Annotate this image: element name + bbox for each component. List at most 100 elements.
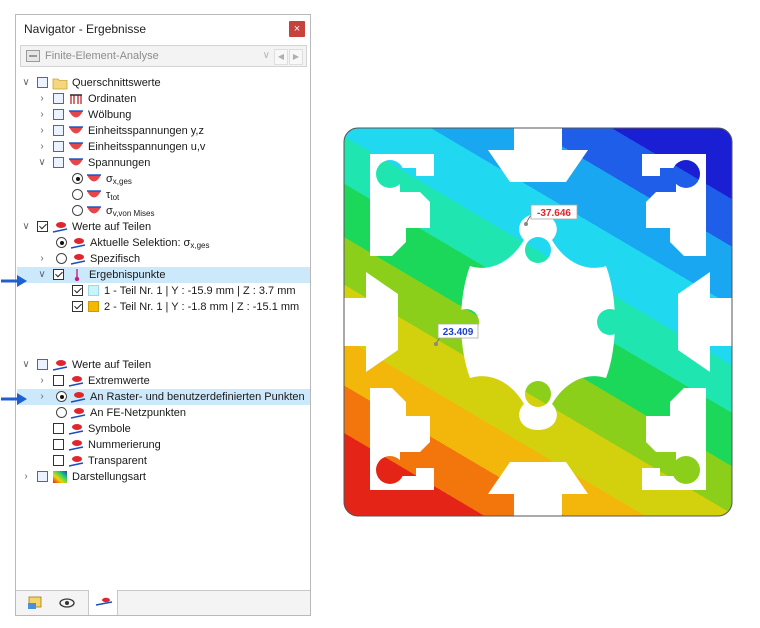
tree-item-ordinaten[interactable]: › Ordinaten bbox=[16, 91, 310, 107]
checkbox[interactable] bbox=[37, 359, 48, 370]
chevron-right-icon[interactable]: › bbox=[37, 107, 47, 123]
tree-label: Werte auf Teilen bbox=[72, 221, 152, 233]
chevron-right-icon[interactable]: › bbox=[37, 251, 47, 267]
tree-item-werte-auf-teilen-2[interactable]: ∨ Werte auf Teilen bbox=[16, 357, 310, 373]
chevron-right-icon[interactable]: › bbox=[37, 139, 47, 155]
folder-icon bbox=[52, 78, 68, 90]
tree-item-woelbung[interactable]: › Wölbung bbox=[16, 107, 310, 123]
tree-label: Transparent bbox=[88, 455, 147, 467]
navigator-panel: Navigator - Ergebnisse × Finite-Element-… bbox=[15, 14, 311, 616]
values-on-parts-icon bbox=[68, 456, 84, 467]
checkbox[interactable] bbox=[53, 93, 64, 104]
tree-label: An Raster- und benutzerdefinierten Punkt… bbox=[90, 391, 305, 403]
result-point-marker[interactable] bbox=[434, 342, 438, 346]
display-mode-icon bbox=[53, 471, 67, 483]
cross-section-result-view[interactable]: -37.646 23.409 bbox=[338, 122, 738, 522]
chevron-right-icon[interactable]: › bbox=[37, 123, 47, 139]
stress-contour bbox=[344, 128, 732, 516]
checkbox[interactable] bbox=[53, 423, 64, 434]
checkbox[interactable] bbox=[53, 125, 64, 136]
radio-button[interactable] bbox=[56, 253, 67, 264]
tree-item-aktuelle-selektion[interactable]: Aktuelle Selektion: σx,ges bbox=[16, 235, 310, 251]
chevron-right-icon[interactable]: › bbox=[37, 389, 47, 405]
checkbox[interactable] bbox=[53, 157, 64, 168]
tree-item-sigma-vmises[interactable]: σv,von Mises bbox=[16, 203, 310, 219]
checkbox[interactable] bbox=[53, 439, 64, 450]
tree-item-einheit-uv[interactable]: › Einheitsspannungen u,v bbox=[16, 139, 310, 155]
tree-label: Ergebnispunkte bbox=[89, 269, 166, 281]
radio-button[interactable] bbox=[56, 391, 67, 402]
values-on-parts-icon bbox=[70, 392, 86, 403]
checkbox[interactable] bbox=[53, 141, 64, 152]
chevron-down-icon[interactable]: ∨ bbox=[263, 46, 270, 66]
chevron-down-icon[interactable]: ∨ bbox=[21, 219, 31, 235]
tree-item-spannungen[interactable]: ∨ Spannungen bbox=[16, 155, 310, 171]
tree-item-nummerierung[interactable]: Nummerierung bbox=[16, 437, 310, 453]
tree-item-werte-auf-teilen[interactable]: ∨ Werte auf Teilen bbox=[16, 219, 310, 235]
radio-button[interactable] bbox=[72, 189, 83, 200]
chevron-right-icon[interactable]: › bbox=[37, 91, 47, 107]
radio-button[interactable] bbox=[56, 407, 67, 418]
radio-button[interactable] bbox=[56, 237, 67, 248]
tree-item-tau-tot[interactable]: τtot bbox=[16, 187, 310, 203]
symbol-main: σ bbox=[106, 205, 113, 217]
tree-item-sigma-xges[interactable]: σx,ges bbox=[16, 171, 310, 187]
color-swatch bbox=[88, 301, 99, 312]
tab-data[interactable] bbox=[20, 591, 50, 615]
ordinates-icon bbox=[70, 94, 82, 104]
tree-label: Spannungen bbox=[88, 157, 151, 169]
checkbox[interactable] bbox=[37, 471, 48, 482]
results-icon bbox=[95, 597, 113, 606]
checkbox[interactable] bbox=[37, 77, 48, 88]
tab-display[interactable] bbox=[52, 591, 82, 615]
eye-icon bbox=[59, 598, 75, 608]
value-label-top: -37.646 bbox=[537, 208, 571, 219]
result-point-icon bbox=[74, 269, 80, 282]
result-point-marker[interactable] bbox=[524, 222, 528, 226]
checkbox[interactable] bbox=[37, 221, 48, 232]
checkbox[interactable] bbox=[53, 455, 64, 466]
tree-item-darstellungsart[interactable]: › Darstellungsart bbox=[16, 469, 310, 485]
tree-item-fe-netzpunkte[interactable]: An FE-Netzpunkten bbox=[16, 405, 310, 421]
close-button[interactable]: × bbox=[289, 21, 305, 37]
navigator-title-text: Navigator - Ergebnisse bbox=[24, 22, 147, 36]
stress-diagram-icon bbox=[69, 158, 83, 166]
checkbox[interactable] bbox=[53, 109, 64, 120]
tree-item-point-2[interactable]: 2 - Teil Nr. 1 | Y : -1.8 mm | Z : -15.1… bbox=[16, 299, 310, 315]
chevron-down-icon[interactable]: ∨ bbox=[37, 267, 47, 283]
data-navigator-icon bbox=[28, 596, 42, 609]
tree-label: Wölbung bbox=[88, 109, 132, 121]
stress-diagram-icon bbox=[69, 142, 83, 150]
tree-item-ergebnispunkte[interactable]: ∨ Ergebnispunkte bbox=[17, 267, 310, 283]
tree-item-symbole[interactable]: Symbole bbox=[16, 421, 310, 437]
next-module-button[interactable]: ▶ bbox=[289, 49, 303, 65]
tree-item-transparent[interactable]: Transparent bbox=[16, 453, 310, 469]
tree-item-point-1[interactable]: 1 - Teil Nr. 1 | Y : -15.9 mm | Z : 3.7 … bbox=[16, 283, 310, 299]
module-select[interactable]: Finite-Element-Analyse ∨ ◀ ▶ bbox=[20, 45, 307, 67]
chevron-down-icon[interactable]: ∨ bbox=[21, 75, 31, 91]
radio-button[interactable] bbox=[72, 205, 83, 216]
checkbox[interactable] bbox=[53, 269, 64, 280]
tree-label: An FE-Netzpunkten bbox=[90, 407, 186, 419]
stress-diagram-icon bbox=[69, 110, 83, 118]
chevron-right-icon[interactable]: › bbox=[21, 469, 31, 485]
tree-label: Nummerierung bbox=[88, 439, 161, 451]
tree-item-einheit-yz[interactable]: › Einheitsspannungen y,z bbox=[16, 123, 310, 139]
tree-item-raster-punkte[interactable]: › An Raster- und benutzerdefinierten Pun… bbox=[17, 389, 310, 405]
chevron-right-icon[interactable]: › bbox=[37, 373, 47, 389]
module-select-value: Finite-Element-Analyse bbox=[45, 50, 159, 62]
checkbox[interactable] bbox=[72, 301, 83, 312]
tree-label: Ordinaten bbox=[88, 93, 137, 105]
checkbox[interactable] bbox=[72, 285, 83, 296]
tree-label: Darstellungsart bbox=[72, 471, 146, 483]
chevron-down-icon[interactable]: ∨ bbox=[37, 155, 47, 171]
chevron-down-icon[interactable]: ∨ bbox=[21, 357, 31, 373]
prev-module-button[interactable]: ◀ bbox=[274, 49, 288, 65]
tab-results[interactable] bbox=[88, 590, 118, 615]
tree-item-spezifisch[interactable]: › Spezifisch bbox=[16, 251, 310, 267]
radio-button[interactable] bbox=[72, 173, 83, 184]
checkbox[interactable] bbox=[53, 375, 64, 386]
tree-item-extremwerte[interactable]: › Extremwerte bbox=[16, 373, 310, 389]
tree-item-querschnittswerte[interactable]: ∨ Querschnittswerte bbox=[16, 75, 310, 91]
symbol-sub: v,von Mises bbox=[112, 209, 155, 218]
